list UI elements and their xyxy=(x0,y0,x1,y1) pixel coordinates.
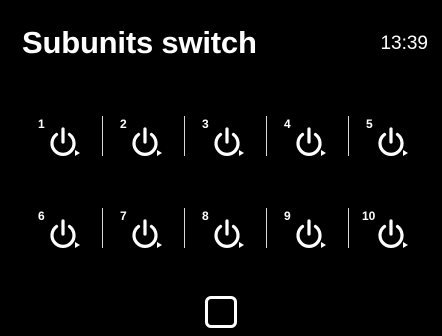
power-icon xyxy=(214,219,244,248)
subunit-4-toggle[interactable]: 4 xyxy=(266,108,348,166)
subunit-row: 12345 xyxy=(20,108,430,166)
power-icon xyxy=(50,219,80,248)
play-indicator-icon xyxy=(239,150,244,156)
power-icon xyxy=(378,219,408,248)
subunit-2-toggle[interactable]: 2 xyxy=(102,108,184,166)
subunit-3-toggle[interactable]: 3 xyxy=(184,108,266,166)
header: Subunits switch 13:39 xyxy=(0,0,442,70)
subunit-8-toggle[interactable]: 8 xyxy=(184,200,266,258)
subunit-row: 6 7 8 9 10 xyxy=(20,200,430,258)
power-icon xyxy=(214,127,244,156)
subunit-1-toggle[interactable]: 1 xyxy=(20,108,102,166)
subunit-10-toggle[interactable]: 10 xyxy=(348,200,430,258)
clock: 13:39 xyxy=(380,33,428,54)
subunit-9-toggle[interactable]: 9 xyxy=(266,200,348,258)
divider xyxy=(266,208,267,248)
play-indicator-icon xyxy=(403,242,408,248)
power-icon xyxy=(50,127,80,156)
play-indicator-icon xyxy=(75,242,80,248)
power-icon xyxy=(296,127,326,156)
divider xyxy=(102,208,103,248)
divider xyxy=(266,116,267,156)
select-all-checkbox[interactable] xyxy=(205,296,237,328)
power-icon xyxy=(296,219,326,248)
play-indicator-icon xyxy=(321,242,326,248)
play-indicator-icon xyxy=(239,242,244,248)
divider xyxy=(184,116,185,156)
subunit-7-toggle[interactable]: 7 xyxy=(102,200,184,258)
divider xyxy=(348,116,349,156)
divider xyxy=(184,208,185,248)
play-indicator-icon xyxy=(75,150,80,156)
play-indicator-icon xyxy=(157,150,162,156)
subunit-6-toggle[interactable]: 6 xyxy=(20,200,102,258)
page-title: Subunits switch xyxy=(22,25,257,60)
play-indicator-icon xyxy=(157,242,162,248)
power-icon xyxy=(132,219,162,248)
power-icon xyxy=(378,127,408,156)
subunit-5-toggle[interactable]: 5 xyxy=(348,108,430,166)
divider xyxy=(348,208,349,248)
power-icon xyxy=(132,127,162,156)
play-indicator-icon xyxy=(321,150,326,156)
play-indicator-icon xyxy=(403,150,408,156)
divider xyxy=(102,116,103,156)
